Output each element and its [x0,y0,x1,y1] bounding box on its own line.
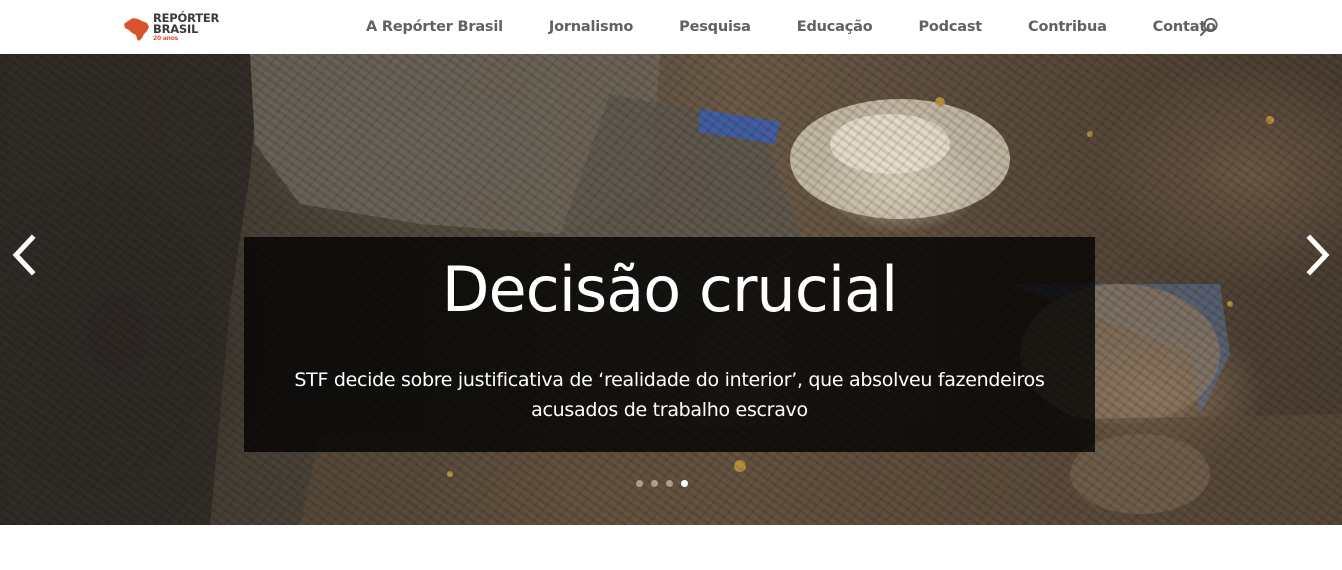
chevron-left-icon [12,234,36,276]
nav-item-contribua[interactable]: Contribua [1028,19,1107,35]
slide-caption[interactable]: Decisão crucial STF decide sobre justifi… [244,237,1095,452]
slider-pagination [636,480,688,487]
slide-title[interactable]: Decisão crucial [244,255,1095,325]
brazil-map-icon [124,18,149,41]
search-button[interactable] [1198,16,1220,38]
nav-item-pesquisa[interactable]: Pesquisa [679,19,751,35]
logo-text: REPÓRTER BRASIL 20 anos [153,12,219,42]
search-icon [1200,17,1218,36]
site-logo[interactable]: REPÓRTER BRASIL 20 anos [122,12,222,44]
nav-item-a-reporter-brasil[interactable]: A Repórter Brasil [366,19,503,35]
slider-dot-2[interactable] [651,480,658,487]
nav-item-jornalismo[interactable]: Jornalismo [549,19,633,35]
page-content-area [0,525,1342,570]
slider-prev-button[interactable] [6,232,40,278]
logo-tagline: 20 anos [153,35,179,42]
slider-next-button[interactable] [1302,232,1336,278]
main-nav: A Repórter Brasil Jornalismo Pesquisa Ed… [366,0,1216,54]
slide-description: STF decide sobre justificativa de ‘reali… [294,369,1045,421]
slider-dot-3[interactable] [666,480,673,487]
slider-dot-1[interactable] [636,480,643,487]
nav-item-podcast[interactable]: Podcast [918,19,982,35]
logo-line-2: BRASIL [153,22,199,36]
nav-item-educacao[interactable]: Educação [797,19,873,35]
hero-slider: Decisão crucial STF decide sobre justifi… [0,54,1342,525]
chevron-right-icon [1306,234,1330,276]
slider-dot-4[interactable] [681,480,688,487]
site-header: REPÓRTER BRASIL 20 anos A Repórter Brasi… [0,0,1342,54]
